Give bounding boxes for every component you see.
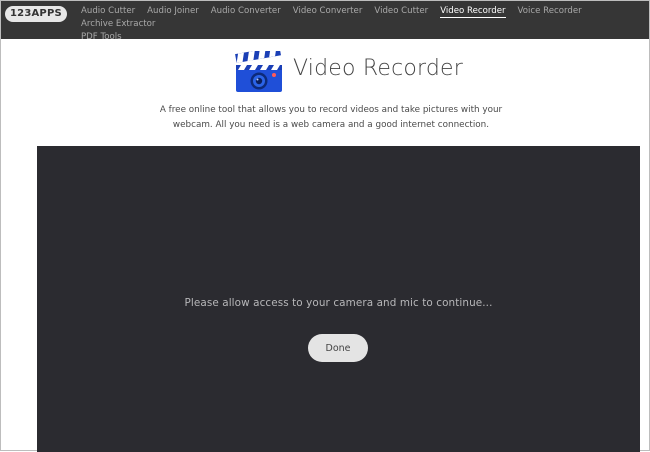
video-clapperboard-icon (235, 46, 283, 93)
app-nav: Audio Cutter Audio Joiner Audio Converter V… (81, 5, 641, 44)
nav-item-audio-converter[interactable]: Audio Converter (211, 5, 281, 18)
nav-item-video-cutter[interactable]: Video Cutter (374, 5, 428, 18)
nav-item-audio-joiner[interactable]: Audio Joiner (147, 5, 199, 18)
done-button[interactable]: Done (308, 334, 368, 362)
page-description: A free online tool that allows you to re… (159, 105, 503, 130)
top-navigation-bar: 123APPS Audio Cutter Audio Joiner Audio Co… (1, 1, 649, 42)
page-title: Video Recorder (293, 56, 464, 81)
nav-item-pdf-tools[interactable]: PDF Tools (81, 31, 122, 44)
logo[interactable]: 123APPS (5, 6, 67, 22)
nav-item-voice-recorder[interactable]: Voice Recorder (518, 5, 582, 18)
nav-item-video-converter[interactable]: Video Converter (293, 5, 363, 18)
nav-item-video-recorder[interactable]: Video Recorder (440, 6, 506, 18)
camera-permission-prompt: Please allow access to your camera and m… (184, 297, 493, 309)
nav-item-archive-extractor[interactable]: Archive Extractor (81, 18, 155, 31)
camera-preview-area: Please allow access to your camera and m… (37, 146, 640, 452)
nav-item-audio-cutter[interactable]: Audio Cutter (81, 5, 135, 18)
